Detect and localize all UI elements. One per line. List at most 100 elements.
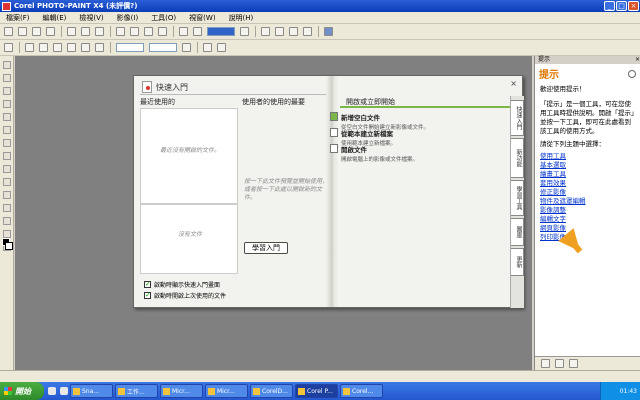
mask-icon[interactable]	[179, 27, 188, 36]
menu-window[interactable]: 視窗(W)	[189, 13, 215, 23]
menu-edit[interactable]: 編輯(E)	[43, 13, 67, 23]
learn-button[interactable]: 學習入門	[244, 242, 288, 254]
open-icon[interactable]	[18, 27, 27, 36]
hint-link[interactable]: 使用工具	[540, 152, 635, 161]
export-icon[interactable]	[158, 27, 167, 36]
lock-ratio-icon[interactable]	[182, 43, 191, 52]
system-tray: 01:43	[600, 382, 640, 400]
close-button[interactable]: ×	[628, 1, 639, 11]
menu-image[interactable]: 影像(I)	[117, 13, 139, 23]
rotate-icon[interactable]	[67, 43, 76, 52]
scale-icon[interactable]	[95, 43, 104, 52]
mask-tool[interactable]	[2, 74, 11, 82]
copy-icon[interactable]	[81, 27, 90, 36]
maximize-button[interactable]: □	[616, 1, 627, 11]
back-icon[interactable]	[541, 359, 550, 368]
preview-hint-text: 按一下此文件預覽並開始使用，或者按一下此處以開啟新的文件。	[244, 178, 329, 201]
clock[interactable]: 01:43	[620, 388, 637, 395]
tab-whats-new[interactable]: 新功能	[511, 138, 524, 178]
hint-link[interactable]: 修正影像	[540, 188, 635, 197]
print-icon[interactable]	[46, 27, 55, 36]
flip-vertical-icon[interactable]	[53, 43, 62, 52]
tab-updates[interactable]: 更新	[511, 248, 524, 276]
start-button[interactable]: 開始	[0, 382, 44, 400]
brush-settings-icon[interactable]	[303, 27, 312, 36]
home-icon[interactable]	[569, 359, 578, 368]
image-sprayer-tool[interactable]	[2, 230, 11, 238]
zoom-icon[interactable]	[240, 27, 249, 36]
cut-icon[interactable]	[67, 27, 76, 36]
quick-launch-ie-icon[interactable]	[48, 387, 56, 395]
help-icon[interactable]	[628, 69, 636, 78]
paste-icon[interactable]	[95, 27, 104, 36]
import-icon[interactable]	[144, 27, 153, 36]
redo-icon[interactable]	[130, 27, 139, 36]
taskbar-item[interactable]: 工作...	[115, 384, 158, 398]
tab-learning-tools[interactable]: 學習工具	[511, 180, 524, 216]
taskbar-item-active[interactable]: Corel P...	[295, 384, 338, 398]
clone-tool[interactable]	[2, 152, 11, 160]
docker-title-bar: 提示 ×	[535, 56, 640, 64]
paint-tool[interactable]	[2, 165, 11, 173]
taskbar-item[interactable]: Micr...	[205, 384, 248, 398]
menu-tools[interactable]: 工具(O)	[151, 13, 176, 23]
taskbar-item[interactable]: Micr...	[160, 384, 203, 398]
align-icon[interactable]	[203, 43, 212, 52]
new-icon[interactable]	[4, 27, 13, 36]
color-picker-icon[interactable]	[324, 27, 333, 36]
eraser-tool[interactable]	[2, 126, 11, 134]
hint-link[interactable]: 物件及遮罩編輯	[540, 197, 635, 206]
pick-tool-icon[interactable]	[4, 43, 13, 52]
taskbar-item[interactable]: CorelD...	[250, 384, 293, 398]
shape-tool[interactable]	[2, 204, 11, 212]
menu-file[interactable]: 檔案(F)	[6, 13, 30, 23]
hint-link[interactable]: 套用效果	[540, 179, 635, 188]
welcome-close-button[interactable]: ×	[510, 79, 517, 88]
taskbar-item[interactable]: Sna...	[70, 384, 113, 398]
undo-icon[interactable]	[116, 27, 125, 36]
open-document-action[interactable]: 開啟文件 開啟電腦上的影像或文件檔案。	[330, 144, 418, 163]
hint-link[interactable]: 列印影像	[540, 233, 635, 242]
quick-launch-desktop-icon[interactable]	[60, 387, 68, 395]
position-y-field[interactable]	[149, 43, 177, 52]
save-icon[interactable]	[32, 27, 41, 36]
zoom-tool[interactable]	[2, 100, 11, 108]
preview-panel: 沒有文件	[140, 204, 238, 274]
object-icon[interactable]	[193, 27, 202, 36]
position-x-field[interactable]	[116, 43, 144, 52]
tab-gallery[interactable]: 圖庫	[511, 218, 524, 246]
hint-link[interactable]: 影像調整	[540, 206, 635, 215]
red-eye-tool[interactable]	[2, 139, 11, 147]
arrange-icon[interactable]	[217, 43, 226, 52]
forward-icon[interactable]	[555, 359, 564, 368]
eyedropper-tool[interactable]	[2, 113, 11, 121]
taskbar-item[interactable]: Corel...	[340, 384, 383, 398]
background-color-swatch[interactable]	[5, 242, 13, 250]
open-last-document-checkbox[interactable]: 啟動時開啟上次使用的文件	[144, 291, 226, 300]
grid-icon[interactable]	[261, 27, 270, 36]
crop-tool[interactable]	[2, 87, 11, 95]
show-on-startup-checkbox[interactable]: 啟動時顯示快速入門畫面	[144, 280, 220, 289]
tab-quick-start[interactable]: 快速入門	[511, 100, 524, 136]
hint-link[interactable]: 編輯文字	[540, 215, 635, 224]
fill-tool[interactable]	[2, 191, 11, 199]
ruler-icon[interactable]	[275, 27, 284, 36]
hint-link[interactable]: 繪畫工具	[540, 170, 635, 179]
skew-icon[interactable]	[81, 43, 90, 52]
guidelines-icon[interactable]	[289, 27, 298, 36]
docker-close-icon[interactable]: ×	[635, 56, 640, 64]
minimize-button[interactable]: _	[604, 1, 615, 11]
hint-link[interactable]: 基本選取	[540, 161, 635, 170]
text-tool[interactable]	[2, 217, 11, 225]
hint-link[interactable]: 網頁影像	[540, 224, 635, 233]
flip-horizontal-icon[interactable]	[39, 43, 48, 52]
mode-icon[interactable]	[25, 43, 34, 52]
menu-help[interactable]: 說明(H)	[229, 13, 254, 23]
hints-docker: 提示 × 提示 歡迎使用提示！ 「提示」是一個工具，可在您使用工具時提供說明。開…	[534, 56, 640, 370]
effect-tool[interactable]	[2, 178, 11, 186]
pick-tool[interactable]	[2, 61, 11, 69]
menu-view[interactable]: 檢視(V)	[79, 13, 103, 23]
taskbar-item-label: CorelD...	[262, 387, 288, 395]
zoom-level-field[interactable]	[207, 27, 235, 36]
start-label: 開始	[15, 386, 31, 396]
